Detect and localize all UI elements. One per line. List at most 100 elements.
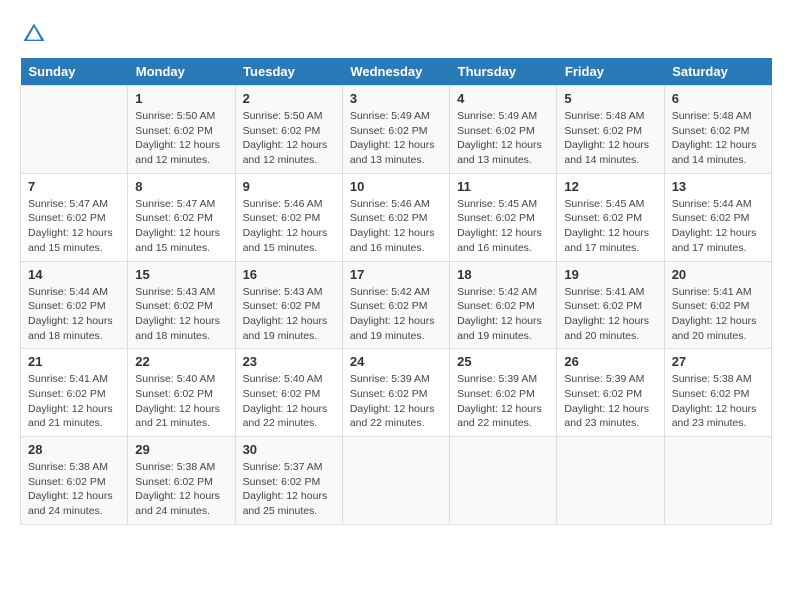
calendar-cell: [342, 437, 449, 525]
calendar-cell: 21 Sunrise: 5:41 AM Sunset: 6:02 PM Dayli…: [21, 349, 128, 437]
day-info: Sunrise: 5:49 AM Sunset: 6:02 PM Dayligh…: [350, 109, 442, 168]
day-info: Sunrise: 5:43 AM Sunset: 6:02 PM Dayligh…: [135, 285, 227, 344]
day-number: 1: [135, 91, 227, 106]
day-info: Sunrise: 5:50 AM Sunset: 6:02 PM Dayligh…: [243, 109, 335, 168]
calendar-cell: 26 Sunrise: 5:39 AM Sunset: 6:02 PM Dayli…: [557, 349, 664, 437]
column-header-friday: Friday: [557, 58, 664, 86]
calendar-cell: 3 Sunrise: 5:49 AM Sunset: 6:02 PM Daylig…: [342, 86, 449, 174]
day-number: 26: [564, 354, 656, 369]
calendar-cell: 23 Sunrise: 5:40 AM Sunset: 6:02 PM Dayli…: [235, 349, 342, 437]
day-number: 4: [457, 91, 549, 106]
calendar-cell: 24 Sunrise: 5:39 AM Sunset: 6:02 PM Dayli…: [342, 349, 449, 437]
day-info: Sunrise: 5:38 AM Sunset: 6:02 PM Dayligh…: [672, 372, 764, 431]
column-header-wednesday: Wednesday: [342, 58, 449, 86]
column-header-saturday: Saturday: [664, 58, 771, 86]
day-number: 10: [350, 179, 442, 194]
column-header-tuesday: Tuesday: [235, 58, 342, 86]
day-info: Sunrise: 5:46 AM Sunset: 6:02 PM Dayligh…: [350, 197, 442, 256]
calendar-cell: [664, 437, 771, 525]
day-info: Sunrise: 5:39 AM Sunset: 6:02 PM Dayligh…: [350, 372, 442, 431]
day-info: Sunrise: 5:44 AM Sunset: 6:02 PM Dayligh…: [28, 285, 120, 344]
day-number: 6: [672, 91, 764, 106]
day-number: 22: [135, 354, 227, 369]
day-number: 23: [243, 354, 335, 369]
day-number: 16: [243, 267, 335, 282]
calendar-cell: 13 Sunrise: 5:44 AM Sunset: 6:02 PM Dayli…: [664, 173, 771, 261]
calendar-cell: 27 Sunrise: 5:38 AM Sunset: 6:02 PM Dayli…: [664, 349, 771, 437]
day-info: Sunrise: 5:39 AM Sunset: 6:02 PM Dayligh…: [564, 372, 656, 431]
logo: [20, 20, 52, 48]
day-info: Sunrise: 5:38 AM Sunset: 6:02 PM Dayligh…: [135, 460, 227, 519]
week-row-2: 7 Sunrise: 5:47 AM Sunset: 6:02 PM Daylig…: [21, 173, 772, 261]
day-info: Sunrise: 5:50 AM Sunset: 6:02 PM Dayligh…: [135, 109, 227, 168]
day-number: 7: [28, 179, 120, 194]
calendar-cell: 6 Sunrise: 5:48 AM Sunset: 6:02 PM Daylig…: [664, 86, 771, 174]
calendar-cell: 19Sunrise: 5:41 AM Sunset: 6:02 PM Dayli…: [557, 261, 664, 349]
calendar-cell: 5Sunrise: 5:48 AM Sunset: 6:02 PM Daylig…: [557, 86, 664, 174]
calendar-cell: 20 Sunrise: 5:41 AM Sunset: 6:02 PM Dayli…: [664, 261, 771, 349]
calendar-cell: 22 Sunrise: 5:40 AM Sunset: 6:02 PM Dayli…: [128, 349, 235, 437]
day-info: Sunrise: 5:48 AM Sunset: 6:02 PM Dayligh…: [672, 109, 764, 168]
calendar-cell: 10 Sunrise: 5:46 AM Sunset: 6:02 PM Dayli…: [342, 173, 449, 261]
calendar-cell: 29Sunrise: 5:38 AM Sunset: 6:02 PM Dayli…: [128, 437, 235, 525]
day-number: 8: [135, 179, 227, 194]
day-number: 12: [564, 179, 656, 194]
day-number: 30: [243, 442, 335, 457]
calendar-cell: 25 Sunrise: 5:39 AM Sunset: 6:02 PM Dayli…: [450, 349, 557, 437]
calendar-cell: 7 Sunrise: 5:47 AM Sunset: 6:02 PM Daylig…: [21, 173, 128, 261]
week-row-3: 14 Sunrise: 5:44 AM Sunset: 6:02 PM Dayli…: [21, 261, 772, 349]
calendar-cell: [450, 437, 557, 525]
day-info: Sunrise: 5:46 AM Sunset: 6:02 PM Dayligh…: [243, 197, 335, 256]
week-row-4: 21 Sunrise: 5:41 AM Sunset: 6:02 PM Dayli…: [21, 349, 772, 437]
column-header-sunday: Sunday: [21, 58, 128, 86]
calendar-cell: 28Sunrise: 5:38 AM Sunset: 6:02 PM Dayli…: [21, 437, 128, 525]
calendar-cell: 16 Sunrise: 5:43 AM Sunset: 6:02 PM Dayli…: [235, 261, 342, 349]
column-header-monday: Monday: [128, 58, 235, 86]
calendar-cell: 18 Sunrise: 5:42 AM Sunset: 6:02 PM Dayli…: [450, 261, 557, 349]
calendar-cell: 15 Sunrise: 5:43 AM Sunset: 6:02 PM Dayli…: [128, 261, 235, 349]
calendar-cell: 14 Sunrise: 5:44 AM Sunset: 6:02 PM Dayli…: [21, 261, 128, 349]
day-info: Sunrise: 5:47 AM Sunset: 6:02 PM Dayligh…: [135, 197, 227, 256]
day-info: Sunrise: 5:40 AM Sunset: 6:02 PM Dayligh…: [243, 372, 335, 431]
day-info: Sunrise: 5:45 AM Sunset: 6:02 PM Dayligh…: [564, 197, 656, 256]
day-number: 20: [672, 267, 764, 282]
calendar-cell: 17 Sunrise: 5:42 AM Sunset: 6:02 PM Dayli…: [342, 261, 449, 349]
calendar-cell: 12 Sunrise: 5:45 AM Sunset: 6:02 PM Dayli…: [557, 173, 664, 261]
calendar-cell: 4Sunrise: 5:49 AM Sunset: 6:02 PM Daylig…: [450, 86, 557, 174]
week-row-5: 28Sunrise: 5:38 AM Sunset: 6:02 PM Dayli…: [21, 437, 772, 525]
calendar-cell: 9Sunrise: 5:46 AM Sunset: 6:02 PM Daylig…: [235, 173, 342, 261]
day-number: 18: [457, 267, 549, 282]
day-info: Sunrise: 5:42 AM Sunset: 6:02 PM Dayligh…: [457, 285, 549, 344]
calendar-cell: [557, 437, 664, 525]
day-number: 15: [135, 267, 227, 282]
day-info: Sunrise: 5:37 AM Sunset: 6:02 PM Dayligh…: [243, 460, 335, 519]
week-row-1: 1 Sunrise: 5:50 AM Sunset: 6:02 PM Daylig…: [21, 86, 772, 174]
day-info: Sunrise: 5:47 AM Sunset: 6:02 PM Dayligh…: [28, 197, 120, 256]
column-header-thursday: Thursday: [450, 58, 557, 86]
day-number: 27: [672, 354, 764, 369]
calendar-cell: 11 Sunrise: 5:45 AM Sunset: 6:02 PM Dayli…: [450, 173, 557, 261]
day-number: 11: [457, 179, 549, 194]
day-info: Sunrise: 5:38 AM Sunset: 6:02 PM Dayligh…: [28, 460, 120, 519]
day-info: Sunrise: 5:43 AM Sunset: 6:02 PM Dayligh…: [243, 285, 335, 344]
day-info: Sunrise: 5:42 AM Sunset: 6:02 PM Dayligh…: [350, 285, 442, 344]
day-info: Sunrise: 5:39 AM Sunset: 6:02 PM Dayligh…: [457, 372, 549, 431]
day-info: Sunrise: 5:41 AM Sunset: 6:02 PM Dayligh…: [672, 285, 764, 344]
day-number: 21: [28, 354, 120, 369]
day-number: 17: [350, 267, 442, 282]
day-info: Sunrise: 5:40 AM Sunset: 6:02 PM Dayligh…: [135, 372, 227, 431]
calendar-cell: 30 Sunrise: 5:37 AM Sunset: 6:02 PM Dayli…: [235, 437, 342, 525]
day-number: 13: [672, 179, 764, 194]
day-info: Sunrise: 5:41 AM Sunset: 6:02 PM Dayligh…: [28, 372, 120, 431]
day-number: 3: [350, 91, 442, 106]
day-info: Sunrise: 5:44 AM Sunset: 6:02 PM Dayligh…: [672, 197, 764, 256]
day-number: 14: [28, 267, 120, 282]
day-number: 24: [350, 354, 442, 369]
day-number: 25: [457, 354, 549, 369]
day-info: Sunrise: 5:45 AM Sunset: 6:02 PM Dayligh…: [457, 197, 549, 256]
day-number: 2: [243, 91, 335, 106]
calendar-table: SundayMondayTuesdayWednesdayThursdayFrid…: [20, 58, 772, 525]
header-row: SundayMondayTuesdayWednesdayThursdayFrid…: [21, 58, 772, 86]
calendar-cell: 1 Sunrise: 5:50 AM Sunset: 6:02 PM Daylig…: [128, 86, 235, 174]
calendar-cell: [21, 86, 128, 174]
